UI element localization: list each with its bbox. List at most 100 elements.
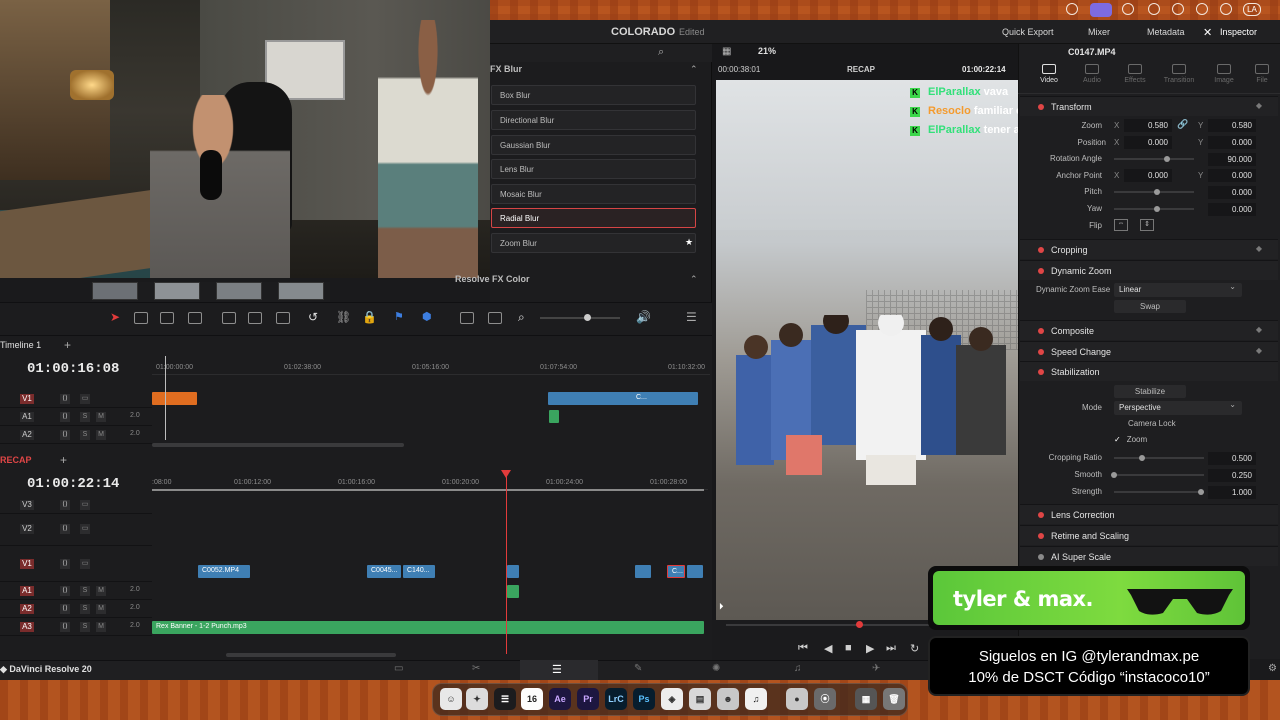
thumbnail[interactable] <box>216 282 262 300</box>
track-link-icon[interactable]: ⟨⟩ <box>60 604 70 614</box>
inspector-icon[interactable]: ✕ <box>1203 26 1212 39</box>
timeline-clip[interactable]: C0045... <box>367 565 401 578</box>
cropping-ratio-slider[interactable] <box>1114 455 1204 461</box>
timeline-clip[interactable] <box>687 565 703 578</box>
selection-tool-icon[interactable]: ➤ <box>110 310 120 324</box>
yaw-slider[interactable] <box>1114 206 1194 212</box>
keyframe-diamond-icon[interactable]: ◆ <box>1256 325 1262 334</box>
resolve-icon[interactable]: ◈ <box>661 688 683 710</box>
lightroom-classic-icon[interactable]: LrC <box>605 688 627 710</box>
input-source-indicator[interactable]: LA <box>1243 3 1261 16</box>
track-link-icon[interactable]: ⟨⟩ <box>60 430 70 440</box>
mute-button[interactable]: M <box>96 604 106 614</box>
solo-button[interactable]: S <box>80 430 90 440</box>
stop-icon[interactable]: ■ <box>845 642 852 654</box>
link-icon[interactable]: 🔗 <box>1177 119 1188 130</box>
flip-vertical-icon[interactable]: ⇕ <box>1140 219 1154 231</box>
mute-button[interactable]: M <box>96 622 106 632</box>
playhead-handle[interactable] <box>501 470 511 478</box>
solo-button[interactable]: S <box>80 412 90 422</box>
metadata-button[interactable]: Metadata <box>1147 27 1185 37</box>
track-link-icon[interactable]: ⟨⟩ <box>60 500 70 510</box>
track-link-icon[interactable]: ⟨⟩ <box>60 586 70 596</box>
fx-item-lens-blur[interactable]: Lens Blur <box>491 159 696 179</box>
dynamic-zoom-ease-dropdown[interactable]: Linear <box>1114 282 1242 297</box>
record-icon[interactable] <box>1148 3 1160 15</box>
timeline-selector[interactable]: RECAP <box>847 65 875 74</box>
after-effects-icon[interactable]: Ae <box>549 688 571 710</box>
quick-export-button[interactable]: Quick Export <box>1002 27 1054 37</box>
stabilize-button[interactable]: Stabilize <box>1114 385 1186 398</box>
thumbnail[interactable] <box>278 282 324 300</box>
calendar-icon[interactable]: 16 <box>521 688 543 710</box>
yaw-input[interactable]: 0.000 <box>1208 203 1256 216</box>
upper-ruler[interactable]: 01:00:00:00 01:02:38:00 01:05:16:00 01:0… <box>152 361 710 375</box>
track-link-icon[interactable]: ⟨⟩ <box>60 412 70 422</box>
zoom-y-input[interactable]: 0.580 <box>1208 119 1256 132</box>
timeline-audio-clip[interactable] <box>549 410 559 423</box>
mixer-button[interactable]: Mixer <box>1088 27 1110 37</box>
tab-transition[interactable]: Transition <box>1157 64 1201 84</box>
cut-page-icon[interactable]: ✂ <box>472 663 480 674</box>
track-header-a1[interactable]: A1 ⟨⟩ S M 2.0 <box>0 582 152 600</box>
mixer-toggle-icon[interactable]: ☰ <box>686 310 697 324</box>
keyframe-diamond-icon[interactable]: ◆ <box>1256 346 1262 355</box>
track-display-icon[interactable]: ▭ <box>80 500 90 510</box>
track-display-icon[interactable]: ▭ <box>80 559 90 569</box>
scrubber-playhead[interactable] <box>856 621 863 628</box>
replace-clip-icon[interactable] <box>276 312 290 324</box>
position-x-input[interactable]: 0.000 <box>1124 136 1172 149</box>
keyframe-diamond-icon[interactable]: ◆ <box>1256 101 1262 110</box>
upper-playhead[interactable] <box>165 356 166 440</box>
zoom-x-input[interactable]: 0.580 <box>1124 119 1172 132</box>
downloads-icon[interactable]: ▦ <box>855 688 877 710</box>
position-y-input[interactable]: 0.000 <box>1208 136 1256 149</box>
preview-icon[interactable]: ▤ <box>689 688 711 710</box>
volume-icon[interactable]: 🔊 <box>636 310 651 324</box>
search-icon[interactable]: ⌕ <box>658 46 664 59</box>
zoom-detail-icon[interactable] <box>488 312 502 324</box>
track-header-v2[interactable]: V2 ⟨⟩ ▭ <box>0 514 152 546</box>
notes-icon[interactable]: ☰ <box>494 688 516 710</box>
photoshop-icon[interactable]: Ps <box>633 688 655 710</box>
screen-record-icon[interactable] <box>1090 3 1112 17</box>
main-scrollbar[interactable] <box>226 653 396 657</box>
info-icon[interactable] <box>1196 3 1208 15</box>
fx-category-header[interactable]: FX Blur <box>490 64 712 78</box>
section-stabilization[interactable]: Stabilization <box>1020 361 1278 381</box>
track-display-icon[interactable]: ▭ <box>80 394 90 404</box>
fx-item-box-blur[interactable]: Box Blur <box>491 85 696 105</box>
color-page-icon[interactable]: ✺ <box>712 663 720 674</box>
track-header-a2[interactable]: A2 ⟨⟩ S M 2.0 <box>0 600 152 618</box>
go-to-end-icon[interactable]: ⏭ <box>886 642 896 655</box>
edit-page-tab[interactable]: ☰ <box>520 660 598 680</box>
fx-item-radial-blur[interactable]: Radial Blur <box>491 208 696 228</box>
mute-button[interactable]: M <box>96 412 106 422</box>
insert-clip-icon[interactable] <box>222 312 236 324</box>
flag-icon[interactable]: ⚑ <box>394 310 404 323</box>
timeline-audio-clip[interactable] <box>507 585 519 598</box>
loop-icon[interactable]: ↻ <box>910 642 919 655</box>
finder-icon[interactable]: ☺ <box>440 688 462 710</box>
viewer-marker-icon[interactable]: ⏵ <box>719 601 724 612</box>
trim-tool-icon[interactable] <box>134 312 148 324</box>
solo-button[interactable]: S <box>80 604 90 614</box>
timeline-clip[interactable] <box>507 565 519 578</box>
section-lens-correction[interactable]: Lens Correction <box>1020 504 1278 524</box>
dynamic-trim-icon[interactable] <box>160 312 174 324</box>
media-page-icon[interactable]: ▭ <box>394 663 403 674</box>
solo-button[interactable]: S <box>80 622 90 632</box>
track-header-v3[interactable]: V3 ⟨⟩ ▭ <box>0 496 152 514</box>
tab-video[interactable]: Video <box>1027 64 1071 84</box>
flip-horizontal-icon[interactable]: ⇔ <box>1114 219 1128 231</box>
anchor-x-input[interactable]: 0.000 <box>1124 169 1172 182</box>
mute-button[interactable]: M <box>96 430 106 440</box>
tab-file[interactable]: File <box>1244 64 1280 84</box>
section-transform[interactable]: Transform ◆ <box>1020 96 1278 116</box>
snapping-icon[interactable]: ↺ <box>308 310 318 324</box>
section-speed-change[interactable]: Speed Change ◆ <box>1020 341 1278 361</box>
thumbnail[interactable] <box>92 282 138 300</box>
smooth-slider[interactable] <box>1111 472 1204 478</box>
blade-tool-icon[interactable] <box>188 312 202 324</box>
track-header-v1-upper[interactable]: V1 ⟨⟩ ▭ <box>0 390 152 408</box>
